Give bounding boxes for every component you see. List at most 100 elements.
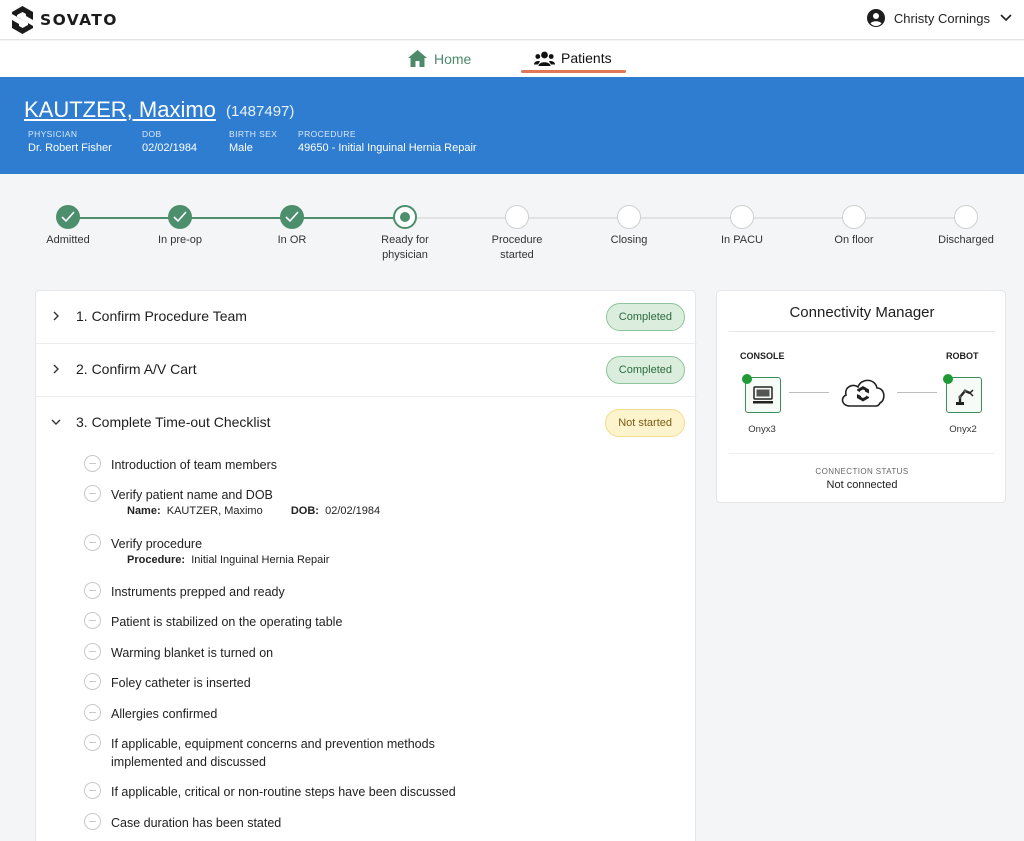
procedure-field: PROCEDURE 49650 - Initial Inguinal Herni… <box>298 129 477 154</box>
step-label: Ready for physician <box>381 234 429 261</box>
active-tab-indicator <box>521 70 626 73</box>
step-ready-for-physician: Ready for physician <box>360 205 450 263</box>
connection-line <box>789 392 829 393</box>
step-label: Discharged <box>938 234 994 246</box>
robot-device[interactable] <box>943 374 982 413</box>
console-device[interactable] <box>742 374 781 413</box>
chevron-down-icon <box>1000 14 1012 22</box>
checklist-item-text: Case duration has been stated <box>111 816 282 830</box>
unchecked-circle-icon[interactable] <box>84 704 101 721</box>
user-menu[interactable]: Christy Cornings <box>866 9 1012 27</box>
step-label: On floor <box>834 234 874 246</box>
tab-patients[interactable]: Patients <box>534 50 612 66</box>
patient-detail: Name: KAUTZER, Maximo DOB: 02/02/1984 <box>127 505 380 517</box>
unchecked-circle-icon[interactable] <box>84 582 101 599</box>
unchecked-circle-icon[interactable] <box>84 734 101 751</box>
step-pending-icon <box>954 205 978 229</box>
checklist-item-text: Allergies confirmed <box>111 707 218 721</box>
detail-label: Procedure: <box>127 554 186 566</box>
patient-name-link[interactable]: KAUTZER, Maximo <box>24 97 216 123</box>
unchecked-circle-icon[interactable] <box>84 534 101 551</box>
section-confirm-procedure-team[interactable]: 1. Confirm Procedure Team Completed <box>36 291 697 344</box>
step-closing: Closing <box>584 205 674 248</box>
unchecked-circle-icon[interactable] <box>84 485 101 502</box>
console-computer-icon <box>753 386 773 404</box>
detail-value: KAUTZER, Maximo <box>166 505 263 517</box>
step-label: In OR <box>277 234 307 246</box>
logo[interactable]: SOVATO <box>12 6 118 34</box>
step-label: Procedure started <box>491 234 543 261</box>
step-procedure-started: Procedure started <box>472 205 562 263</box>
section-title: 2. Confirm A/V Cart <box>76 361 197 377</box>
top-bar: SOVATO Christy Cornings <box>0 0 1024 40</box>
status-badge: Completed <box>605 303 685 331</box>
status-badge: Not started <box>605 409 685 437</box>
connection-status-value: Not connected <box>826 479 898 491</box>
step-on-floor: On floor <box>809 205 899 248</box>
checklist-item-text: Introduction of team members <box>111 458 278 472</box>
field-value: Male <box>229 142 253 154</box>
step-complete-icon <box>56 205 80 229</box>
unchecked-circle-icon[interactable] <box>84 612 101 629</box>
connectivity-manager: Connectivity Manager CONSOLE ROBOT Onyx3… <box>716 290 1006 503</box>
console-status-led <box>742 374 752 384</box>
step-in-pre-op: In pre-op <box>135 205 225 248</box>
unchecked-circle-icon[interactable] <box>84 455 101 472</box>
checklist-panel: 1. Confirm Procedure Team Completed 2. C… <box>35 290 697 841</box>
checklist-item-text: If applicable, equipment concerns and pr… <box>111 737 435 769</box>
unchecked-circle-icon[interactable] <box>84 673 101 690</box>
patient-id: (1487497) <box>226 103 295 120</box>
tab-home[interactable]: Home <box>408 50 471 67</box>
detail-value: 02/02/1984 <box>325 505 381 517</box>
home-icon <box>408 50 427 67</box>
status-badge: Completed <box>605 356 685 384</box>
connection-status-label: CONNECTION STATUS <box>815 467 909 476</box>
step-current-icon <box>393 205 417 229</box>
field-value: 02/02/1984 <box>142 142 198 154</box>
section-title: 3. Complete Time-out Checklist <box>76 414 271 430</box>
robot-status-led <box>943 374 953 384</box>
unchecked-circle-icon[interactable] <box>84 782 101 799</box>
field-label: BIRTH SEX <box>229 129 278 139</box>
step-pending-icon <box>505 205 529 229</box>
step-pending-icon <box>730 205 754 229</box>
robot-label: ROBOT <box>946 351 979 361</box>
connection-line <box>897 392 937 393</box>
dob-field: DOB 02/02/1984 <box>142 129 197 154</box>
step-label: Closing <box>610 234 648 246</box>
field-label: DOB <box>142 129 162 139</box>
step-discharged: Discharged <box>921 205 1011 248</box>
robot-arm-icon <box>956 389 974 405</box>
brand-name: SOVATO <box>40 11 118 29</box>
account-icon <box>866 9 885 27</box>
section-confirm-av-cart[interactable]: 2. Confirm A/V Cart Completed <box>36 344 697 397</box>
section-time-out-checklist[interactable]: 3. Complete Time-out Checklist Not start… <box>36 397 697 450</box>
cloud-icon <box>841 379 885 407</box>
divider <box>729 331 995 332</box>
chevron-right-icon <box>53 364 59 374</box>
divider <box>729 453 995 454</box>
patient-banner: KAUTZER, Maximo (1487497) PHYSICIAN Dr. … <box>0 77 1024 174</box>
users-icon <box>534 51 555 66</box>
checklist-item-text: Verify procedure <box>111 537 203 551</box>
procedure-detail: Procedure: Initial Inguinal Hernia Repai… <box>127 554 329 566</box>
checklist-item-text: If applicable, critical or non-routine s… <box>111 785 456 799</box>
checklist-item-text: Warming blanket is turned on <box>111 646 274 660</box>
main-nav: Home Patients <box>0 41 1024 77</box>
step-label: Admitted <box>46 234 90 246</box>
progress-stepper: Admitted In pre-op In OR Ready for physi… <box>0 200 1024 270</box>
detail-value: Initial Inguinal Hernia Repair <box>191 554 330 566</box>
step-in-pacu: In PACU <box>697 205 787 248</box>
detail-label: Name: <box>127 505 161 517</box>
step-label: In pre-op <box>157 234 203 246</box>
chevron-down-icon <box>51 419 61 425</box>
chevron-right-icon <box>53 311 59 321</box>
checklist-item-text: Patient is stabilized on the operating t… <box>111 615 343 629</box>
unchecked-circle-icon[interactable] <box>84 643 101 660</box>
step-admitted: Admitted <box>23 205 113 248</box>
unchecked-circle-icon[interactable] <box>84 813 101 830</box>
step-in-or: In OR <box>247 205 337 248</box>
step-complete-icon <box>168 205 192 229</box>
user-name: Christy Cornings <box>893 10 990 26</box>
field-value: Dr. Robert Fisher <box>28 142 112 154</box>
